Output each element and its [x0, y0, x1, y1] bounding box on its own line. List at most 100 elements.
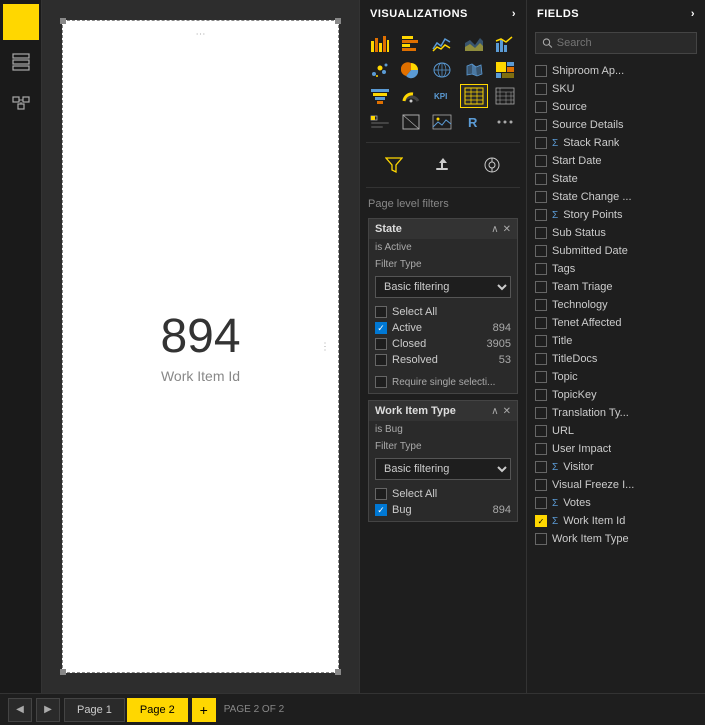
state-filter-select[interactable]: Basic filtering — [375, 276, 511, 298]
viz-shape-icon[interactable] — [397, 110, 425, 134]
field-item[interactable]: Translation Ty... — [527, 404, 705, 422]
viz-filled-map-icon[interactable] — [460, 58, 488, 82]
state-select-all-checkbox[interactable] — [375, 306, 387, 318]
field-item[interactable]: Submitted Date — [527, 242, 705, 260]
work-item-type-select-all-checkbox[interactable] — [375, 488, 387, 500]
page-prev-btn[interactable]: ◀ — [8, 698, 32, 722]
viz-combo-icon[interactable] — [491, 32, 519, 56]
field-checkbox[interactable] — [535, 209, 547, 221]
state-filter-collapse[interactable]: ∧ — [491, 224, 498, 235]
top-handle[interactable]: ⋯ — [196, 29, 206, 40]
page-next-btn[interactable]: ▶ — [36, 698, 60, 722]
field-item[interactable]: Visual Freeze I... — [527, 476, 705, 494]
field-checkbox[interactable] — [535, 335, 547, 347]
viz-pie-icon[interactable] — [397, 58, 425, 82]
field-item[interactable]: Tags — [527, 260, 705, 278]
field-item[interactable]: User Impact — [527, 440, 705, 458]
viz-r-icon[interactable]: R — [460, 110, 488, 134]
resize-handle-tr[interactable] — [335, 18, 341, 24]
work-item-type-filter-option-bug[interactable]: Bug 894 — [375, 502, 511, 518]
fields-search-box[interactable] — [535, 32, 697, 54]
field-item[interactable]: Source — [527, 98, 705, 116]
field-checkbox[interactable] — [535, 119, 547, 131]
viz-more-icon[interactable] — [491, 110, 519, 134]
field-item[interactable]: Start Date — [527, 152, 705, 170]
field-item[interactable]: Tenet Affected — [527, 314, 705, 332]
field-item[interactable]: Work Item Type — [527, 530, 705, 548]
viz-scatter-icon[interactable] — [366, 58, 394, 82]
format-action-icon[interactable] — [429, 153, 457, 177]
field-checkbox[interactable] — [535, 425, 547, 437]
field-checkbox[interactable] — [535, 461, 547, 473]
field-checkbox[interactable] — [535, 173, 547, 185]
filter-action-icon[interactable] — [380, 153, 408, 177]
work-item-type-filter-select[interactable]: Basic filtering — [375, 458, 511, 480]
field-item[interactable]: URL — [527, 422, 705, 440]
field-checkbox[interactable] — [535, 407, 547, 419]
field-checkbox[interactable] — [535, 317, 547, 329]
state-filter-option-resolved[interactable]: Resolved 53 — [375, 352, 511, 368]
field-item[interactable]: ΣStack Rank — [527, 134, 705, 152]
field-item[interactable]: Team Triage — [527, 278, 705, 296]
field-item[interactable]: Shiproom Ap... — [527, 62, 705, 80]
resize-handle-tl[interactable] — [60, 18, 66, 24]
data-icon[interactable] — [3, 44, 39, 80]
field-checkbox[interactable] — [535, 515, 547, 527]
resize-handle-bl[interactable] — [60, 669, 66, 675]
field-checkbox[interactable] — [535, 533, 547, 545]
field-checkbox[interactable] — [535, 353, 547, 365]
field-checkbox[interactable] — [535, 281, 547, 293]
viz-matrix-icon[interactable] — [491, 84, 519, 108]
canvas-frame[interactable]: ⋯ ⋮ 894 Work Item Id — [62, 20, 339, 673]
resize-handle-br[interactable] — [335, 669, 341, 675]
state-closed-checkbox[interactable] — [375, 338, 387, 350]
field-item[interactable]: Topic — [527, 368, 705, 386]
field-item[interactable]: TopicKey — [527, 386, 705, 404]
field-checkbox[interactable] — [535, 155, 547, 167]
field-checkbox[interactable] — [535, 245, 547, 257]
work-item-type-filter-option-selectall[interactable]: Select All — [375, 486, 511, 502]
viz-col-icon[interactable] — [397, 32, 425, 56]
viz-gauge-icon[interactable] — [397, 84, 425, 108]
state-filter-option-selectall[interactable]: Select All — [375, 304, 511, 320]
state-filter-close[interactable]: ✕ — [503, 224, 511, 235]
field-checkbox[interactable] — [535, 389, 547, 401]
model-icon[interactable] — [3, 84, 39, 120]
field-checkbox[interactable] — [535, 101, 547, 113]
field-item[interactable]: ΣStory Points — [527, 206, 705, 224]
viz-table-icon[interactable] — [460, 84, 488, 108]
field-item[interactable]: SKU — [527, 80, 705, 98]
viz-area-icon[interactable] — [460, 32, 488, 56]
field-checkbox[interactable] — [535, 191, 547, 203]
viz-funnel-icon[interactable] — [366, 84, 394, 108]
fields-search-input[interactable] — [557, 37, 690, 49]
page-add-button[interactable]: + — [192, 698, 216, 722]
viz-slicer-icon[interactable] — [366, 110, 394, 134]
viz-kpi-icon[interactable]: KPI — [428, 84, 456, 108]
viz-bar-icon[interactable] — [366, 32, 394, 56]
field-item[interactable]: TitleDocs — [527, 350, 705, 368]
field-checkbox[interactable] — [535, 137, 547, 149]
field-checkbox[interactable] — [535, 443, 547, 455]
field-item[interactable]: ΣWork Item Id — [527, 512, 705, 530]
field-item[interactable]: Source Details — [527, 116, 705, 134]
page-tab-1[interactable]: Page 1 — [64, 698, 125, 722]
right-handle[interactable]: ⋮ — [320, 341, 330, 352]
viz-map-icon[interactable] — [428, 58, 456, 82]
state-resolved-checkbox[interactable] — [375, 354, 387, 366]
field-checkbox[interactable] — [535, 371, 547, 383]
analytics-action-icon[interactable] — [478, 153, 506, 177]
work-item-type-filter-collapse[interactable]: ∧ — [491, 406, 498, 417]
viz-panel-chevron[interactable]: › — [512, 8, 516, 20]
state-filter-option-closed[interactable]: Closed 3905 — [375, 336, 511, 352]
viz-image-icon[interactable] — [428, 110, 456, 134]
report-icon[interactable] — [3, 4, 39, 40]
field-checkbox[interactable] — [535, 83, 547, 95]
fields-panel-chevron[interactable]: › — [691, 8, 695, 20]
field-item[interactable]: State — [527, 170, 705, 188]
field-item[interactable]: State Change ... — [527, 188, 705, 206]
field-checkbox[interactable] — [535, 497, 547, 509]
field-checkbox[interactable] — [535, 65, 547, 77]
page-tab-2[interactable]: Page 2 — [127, 698, 188, 722]
field-item[interactable]: Title — [527, 332, 705, 350]
